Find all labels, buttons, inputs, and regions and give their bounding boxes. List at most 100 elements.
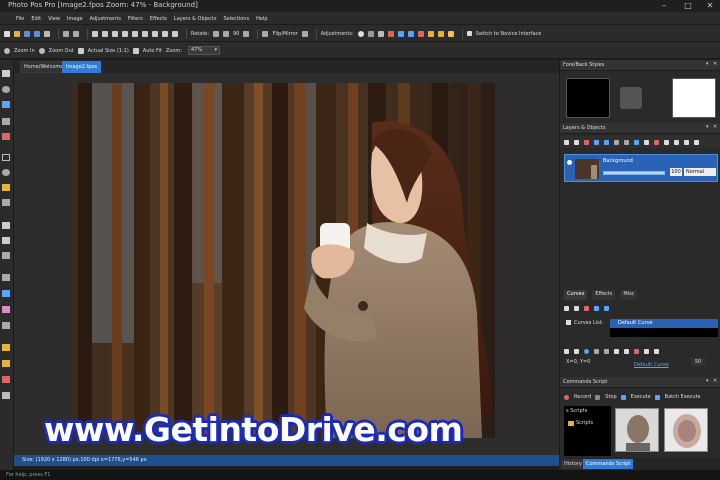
tab-home-welcome[interactable]: Home/Welcome: [20, 61, 68, 73]
print-icon[interactable]: [44, 30, 50, 37]
gradient-tool-icon[interactable]: [2, 360, 10, 367]
menu-view[interactable]: View: [48, 16, 60, 22]
save-as-icon[interactable]: [34, 30, 40, 37]
fill-tool-icon[interactable]: [2, 344, 10, 351]
curves-checkbox-icon[interactable]: [566, 320, 571, 325]
zoom-in-icon[interactable]: [4, 47, 10, 54]
move-tool-icon[interactable]: [2, 101, 10, 108]
layer-properties-icon[interactable]: [624, 139, 629, 145]
stop-button[interactable]: Stop: [605, 394, 616, 400]
eraser-tool-icon[interactable]: [2, 274, 10, 281]
menu-layers-objects[interactable]: Layers & Objects: [174, 16, 217, 22]
pen-tool-icon[interactable]: [2, 252, 10, 259]
shape-tool-icon[interactable]: [2, 237, 10, 244]
cut-icon[interactable]: [92, 30, 98, 37]
new-curve-icon[interactable]: [564, 305, 569, 311]
pin-icon[interactable]: ▾: [706, 378, 709, 384]
hue-icon[interactable]: [397, 30, 404, 37]
color-picker-tool-icon[interactable]: [2, 133, 10, 140]
open-folder-icon[interactable]: [14, 30, 20, 37]
menu-edit[interactable]: Edit: [31, 16, 41, 22]
switch-novice-label[interactable]: Switch to Novice Interface: [476, 31, 542, 37]
scripts-folder[interactable]: Scripts: [576, 420, 593, 426]
layer-opacity-slider[interactable]: [603, 171, 665, 175]
swap-styles-icon[interactable]: [620, 87, 642, 109]
sharpen-tool-icon[interactable]: [2, 392, 10, 399]
resize-icon[interactable]: [132, 30, 138, 37]
curves-list-selected[interactable]: Default Curve: [610, 319, 718, 328]
tab-misc[interactable]: Misc: [620, 290, 638, 300]
rotate-right-icon[interactable]: [223, 30, 230, 37]
curve-tool-icon[interactable]: [564, 348, 569, 354]
visibility-icon[interactable]: [674, 139, 679, 145]
canvas-size-icon[interactable]: [142, 30, 148, 37]
curve-paste-icon[interactable]: [654, 348, 659, 354]
menu-effects[interactable]: Effects: [150, 16, 167, 22]
undo-icon[interactable]: [63, 30, 69, 37]
curve-down-icon[interactable]: [604, 305, 609, 311]
mirror-icon[interactable]: [301, 30, 308, 37]
redo-icon[interactable]: [73, 30, 79, 37]
actual-size-icon[interactable]: [77, 47, 84, 54]
deselect-icon[interactable]: [162, 30, 168, 37]
brightness-icon[interactable]: [357, 30, 364, 37]
default-curve-link[interactable]: Default Curve: [634, 362, 669, 368]
tab-commands-script[interactable]: Commands Script: [583, 459, 634, 469]
layer-down-icon[interactable]: [604, 139, 609, 145]
delete-layer-icon[interactable]: [584, 139, 589, 145]
lasso-tool-icon[interactable]: [2, 199, 10, 206]
copy-icon[interactable]: [102, 30, 108, 37]
ellipse-select-tool-icon[interactable]: [2, 169, 10, 176]
close-icon[interactable]: ✕: [713, 124, 717, 130]
paste-icon[interactable]: [112, 30, 118, 37]
copy-layer-icon[interactable]: [574, 139, 579, 145]
tab-image2[interactable]: Image2.fpos: [62, 61, 102, 73]
rotate-left-icon[interactable]: [213, 30, 220, 37]
curve-reset-icon[interactable]: [634, 348, 639, 354]
curve-channel-icon[interactable]: [574, 348, 579, 354]
actual-size-button[interactable]: Actual Size (1:1): [88, 48, 129, 54]
brush-tool-icon[interactable]: [2, 290, 10, 297]
clone-tool-icon[interactable]: [2, 306, 10, 313]
batch-execute-icon[interactable]: [654, 394, 660, 400]
tab-curves[interactable]: Curves: [564, 290, 588, 300]
zoom-in-button[interactable]: Zoom In: [14, 48, 35, 54]
execute-button[interactable]: Execute: [631, 394, 651, 400]
photo-canvas[interactable]: [72, 83, 495, 438]
delete-curve-icon[interactable]: [584, 305, 589, 311]
close-icon[interactable]: ✕: [713, 378, 717, 384]
auto-fit-icon[interactable]: [132, 47, 139, 54]
rotate-value[interactable]: 90: [233, 31, 239, 37]
text-tool-icon[interactable]: [2, 222, 10, 229]
record-icon[interactable]: [564, 394, 569, 400]
menu-selections[interactable]: Selections: [223, 16, 249, 22]
merge-icon[interactable]: [614, 139, 619, 145]
menu-image[interactable]: Image: [67, 16, 83, 22]
curve-smooth-icon[interactable]: [604, 348, 609, 354]
contrast-icon[interactable]: [367, 30, 374, 37]
color-icon[interactable]: [417, 30, 424, 37]
curve-value-input[interactable]: 50: [691, 358, 705, 366]
record-button[interactable]: Record: [574, 394, 591, 400]
layer-style-icon[interactable]: [684, 139, 689, 145]
curve-color-icon[interactable]: [584, 348, 589, 354]
levels-icon[interactable]: [377, 30, 384, 37]
curve-copy-icon[interactable]: [644, 348, 649, 354]
smudge-tool-icon[interactable]: [2, 322, 10, 329]
scripts-tree[interactable]: s Scripts Scripts: [564, 406, 611, 456]
lock-icon[interactable]: [664, 139, 669, 145]
crop-icon[interactable]: [122, 30, 128, 37]
pin-icon[interactable]: ▾: [706, 61, 709, 67]
close-button[interactable]: ✕: [702, 0, 718, 12]
layer-up-icon[interactable]: [594, 139, 599, 145]
adjust-layer-icon[interactable]: [694, 139, 699, 145]
zoom-tool-icon[interactable]: [2, 86, 10, 93]
tab-effects[interactable]: Effects: [592, 290, 616, 300]
foreground-style-swatch[interactable]: [566, 78, 610, 118]
menu-help[interactable]: Help: [256, 16, 267, 22]
layer-blend-select[interactable]: Normal: [684, 168, 716, 176]
tab-history[interactable]: History: [561, 459, 585, 469]
menu-filters[interactable]: Filters: [128, 16, 143, 22]
layer-opacity-input[interactable]: 100: [670, 168, 682, 176]
auto-fit-button[interactable]: Auto Fit: [143, 48, 162, 54]
